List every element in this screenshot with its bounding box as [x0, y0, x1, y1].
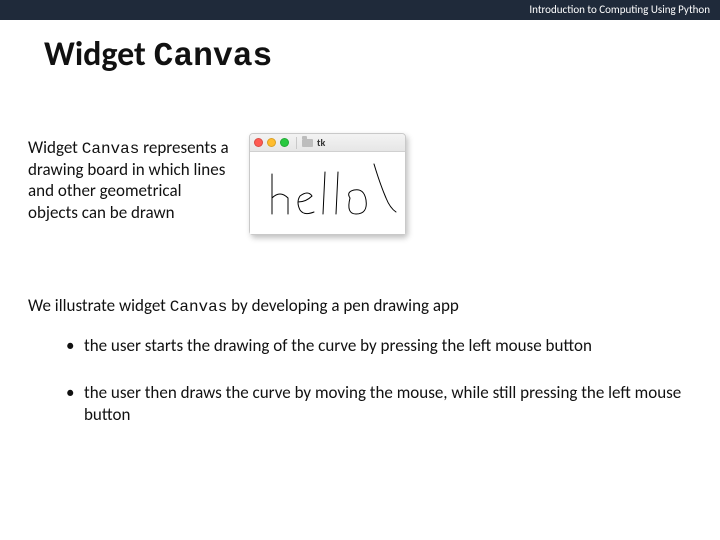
canvas-description: Widget Canvas represents a drawing board… — [28, 137, 233, 223]
after-pre: We illustrate widget — [28, 295, 170, 316]
titlebar-separator — [296, 137, 297, 149]
breadcrumb: Introduction to Computing Using Python — [529, 3, 710, 16]
tk-canvas-area — [250, 152, 405, 234]
hand-drawn-hello-icon — [250, 152, 405, 234]
screenshot-wrap: tk — [249, 133, 406, 235]
bullet-list: the user starts the drawing of the curve… — [66, 335, 692, 425]
after-mono: Canvas — [170, 298, 228, 316]
traffic-light-close-icon — [254, 138, 263, 147]
page-title: Widget Canvas — [0, 20, 720, 83]
desc-mono: Canvas — [82, 140, 140, 158]
traffic-light-zoom-icon — [280, 138, 289, 147]
list-item: the user then draws the curve by moving … — [66, 382, 692, 425]
illustrate-sentence: We illustrate widget Canvas by developin… — [28, 295, 692, 317]
title-prefix: Widget — [44, 34, 154, 75]
after-post: by developing a pen drawing app — [227, 295, 459, 316]
list-item: the user starts the drawing of the curve… — [66, 335, 692, 356]
slide-header-bar: Introduction to Computing Using Python — [0, 0, 720, 20]
content-row: Widget Canvas represents a drawing board… — [28, 137, 692, 235]
tk-window: tk — [249, 133, 406, 235]
tk-window-title: tk — [317, 136, 325, 149]
folder-icon — [302, 139, 313, 147]
desc-prefix: Widget — [28, 137, 82, 158]
title-mono: Canvas — [154, 38, 273, 75]
traffic-light-minimize-icon — [267, 138, 276, 147]
slide: Introduction to Computing Using Python W… — [0, 0, 720, 540]
bullet-text: the user then draws the curve by moving … — [84, 382, 681, 424]
bullet-text: the user starts the drawing of the curve… — [84, 335, 592, 356]
slide-body: Widget Canvas represents a drawing board… — [0, 137, 720, 425]
tk-window-titlebar: tk — [250, 134, 405, 152]
